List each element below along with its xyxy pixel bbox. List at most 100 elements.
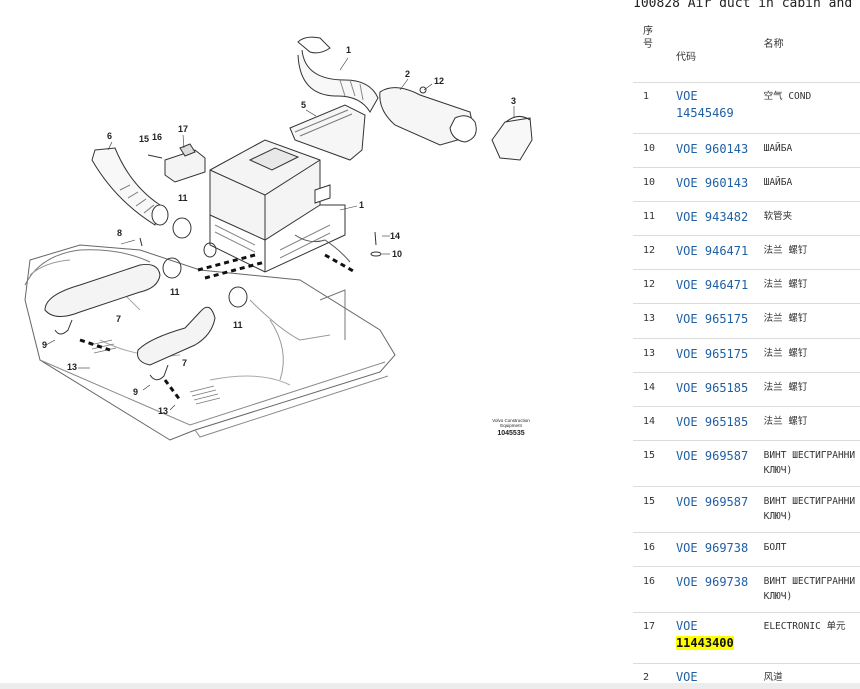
parts-list-panel: 100828 Air duct in cabin and c 序号 代码 名称 … (633, 0, 860, 689)
table-row: 10 VOE 960143 ШАЙБА (633, 134, 860, 168)
part-code-number[interactable]: 943482 (705, 210, 748, 224)
drawing-credit: Volvo Construction Equipment (492, 418, 530, 428)
part-code-number[interactable]: 946471 (705, 244, 748, 258)
part-code-number[interactable]: 965175 (705, 312, 748, 326)
exploded-parts-diagram: 1 1 2 3 5 6 7 7 8 9 9 10 11 11 11 12 13 … (0, 0, 625, 689)
part-code-prefix[interactable]: VOE (676, 541, 698, 555)
part-code-prefix[interactable]: VOE (676, 244, 698, 258)
part-code-link[interactable]: VOE 965175 (676, 339, 764, 373)
part-code-prefix[interactable]: VOE (676, 381, 698, 395)
part-code-link[interactable]: VOE 960143 (676, 134, 764, 168)
callout-13a: 13 (67, 362, 78, 372)
part-code-link[interactable]: VOE 946471 (676, 236, 764, 270)
header-code: 代码 (675, 52, 696, 63)
part-name: ВИНТ ШЕСТИГРАННИ (763, 450, 856, 461)
part-code-number[interactable]: 969587 (705, 495, 748, 509)
part-name-cell: ВИНТ ШЕСТИГРАННИ КЛЮЧ) (764, 487, 860, 533)
part-code-link[interactable]: VOE 965175 (676, 304, 764, 339)
horizontal-scrollbar[interactable] (0, 683, 860, 689)
row-seq: 12 (643, 279, 656, 290)
part-code-prefix[interactable]: VOE (676, 415, 698, 429)
part-code-prefix[interactable]: VOE (676, 575, 698, 589)
part-code-link[interactable]: VOE 965185 (676, 407, 764, 441)
part-name-cell: ВИНТ ШЕСТИГРАННИ КЛЮЧ) (764, 567, 860, 613)
table-row: 17 VOE 11443400 ELECTRONIC 单元 (633, 613, 860, 664)
callout-4: 1 (346, 45, 352, 55)
part-code-prefix[interactable]: VOE (676, 619, 698, 633)
part-name-continued: КЛЮЧ) (763, 591, 793, 602)
row-seq: 17 (643, 621, 656, 632)
part-code-prefix[interactable]: VOE (676, 449, 698, 463)
row-seq: 15 (643, 496, 656, 507)
table-row: 16 VOE 969738 ВИНТ ШЕСТИГРАННИ КЛЮЧ) (633, 567, 860, 613)
part-name-cell: 软管夹 (764, 202, 860, 236)
callout-7a: 7 (116, 314, 122, 324)
part-name-cell: 法兰 螺钉 (764, 373, 860, 407)
part-name-cell: ШАЙБА (764, 134, 860, 168)
callout-1: 1 (359, 200, 365, 210)
part-code-prefix[interactable]: VOE (676, 670, 698, 684)
part-code-number[interactable]: 14545469 (676, 106, 734, 120)
part-code-prefix[interactable]: VOE (676, 495, 698, 509)
row-seq: 11 (643, 211, 656, 222)
part-code-number[interactable]: 960143 (705, 142, 748, 156)
part-code-prefix[interactable]: VOE (676, 176, 698, 190)
part-code-number[interactable]: 969587 (705, 449, 748, 463)
part-code-link[interactable]: VOE 969587 (676, 441, 764, 487)
callout-13b: 13 (158, 406, 169, 416)
callout-11a: 11 (178, 193, 188, 203)
part-code-link[interactable]: VOE 969738 (676, 567, 764, 613)
part-code-prefix[interactable]: VOE (676, 210, 698, 224)
part-code-link[interactable]: VOE 969587 (676, 487, 764, 533)
row-seq: 15 (643, 450, 656, 461)
part-code-number[interactable]: 960143 (705, 176, 748, 190)
part-code-link[interactable]: VOE 969738 (676, 533, 764, 567)
row-seq: 16 (643, 542, 656, 553)
part-code-link[interactable]: VOE 14545469 (676, 83, 764, 134)
table-row: 14 VOE 965185 法兰 螺钉 (633, 407, 860, 441)
part-code-link[interactable]: VOE 11443400 (675, 613, 764, 664)
part-name-cell: ELECTRONIC 单元 (764, 613, 860, 664)
part-name-continued: КЛЮЧ) (763, 511, 793, 522)
row-seq: 16 (643, 576, 656, 587)
row-seq: 10 (643, 177, 656, 188)
callout-14: 14 (390, 231, 401, 241)
part-name: ШАЙБА (763, 177, 793, 188)
parts-table: 序号 代码 名称 1 VOE 14545469 空气 COND 10 VOE 960143… (633, 18, 860, 689)
callout-2: 2 (405, 69, 411, 79)
table-row: 16 VOE 969738 БОЛТ (633, 533, 860, 567)
figure-number: 1045535 (497, 430, 525, 437)
part-name-continued: КЛЮЧ) (763, 465, 793, 476)
part-name-cell: 法兰 螺钉 (764, 236, 860, 270)
table-row: 13 VOE 965175 法兰 螺钉 (633, 304, 860, 339)
part-code-link[interactable]: VOE 946471 (676, 270, 764, 304)
part-code-number[interactable]: 969738 (705, 541, 748, 555)
part-code-prefix[interactable]: VOE (676, 278, 698, 292)
part-code-number[interactable]: 965185 (705, 381, 748, 395)
part-name: 法兰 螺钉 (763, 348, 808, 359)
row-seq: 13 (643, 313, 656, 324)
part-code-prefix[interactable]: VOE (676, 89, 698, 103)
part-code-number[interactable]: 11443400 (675, 636, 734, 650)
callout-12: 12 (434, 76, 445, 86)
part-code-prefix[interactable]: VOE (676, 312, 698, 326)
part-code-link[interactable]: VOE 965185 (676, 373, 764, 407)
part-code-link[interactable]: VOE 943482 (676, 202, 764, 236)
part-code-number[interactable]: 965175 (705, 347, 748, 361)
part-code-prefix[interactable]: VOE (676, 347, 698, 361)
part-code-link[interactable]: VOE 960143 (676, 168, 764, 202)
callout-7b: 7 (182, 358, 188, 368)
part-name: 软管夹 (763, 211, 793, 222)
callout-16: 16 (152, 132, 163, 142)
table-row: 13 VOE 965175 法兰 螺钉 (633, 339, 860, 373)
page-title: 100828 Air duct in cabin and c (633, 0, 860, 11)
part-code-number[interactable]: 946471 (705, 278, 748, 292)
table-row: 12 VOE 946471 法兰 螺钉 (633, 270, 860, 304)
table-row: 1 VOE 14545469 空气 COND (633, 83, 860, 134)
part-code-prefix[interactable]: VOE (676, 142, 698, 156)
part-name-cell: 法兰 螺钉 (764, 339, 860, 373)
row-seq: 1 (643, 91, 650, 102)
callout-5: 5 (301, 100, 307, 110)
part-code-number[interactable]: 969738 (705, 575, 748, 589)
part-code-number[interactable]: 965185 (705, 415, 748, 429)
